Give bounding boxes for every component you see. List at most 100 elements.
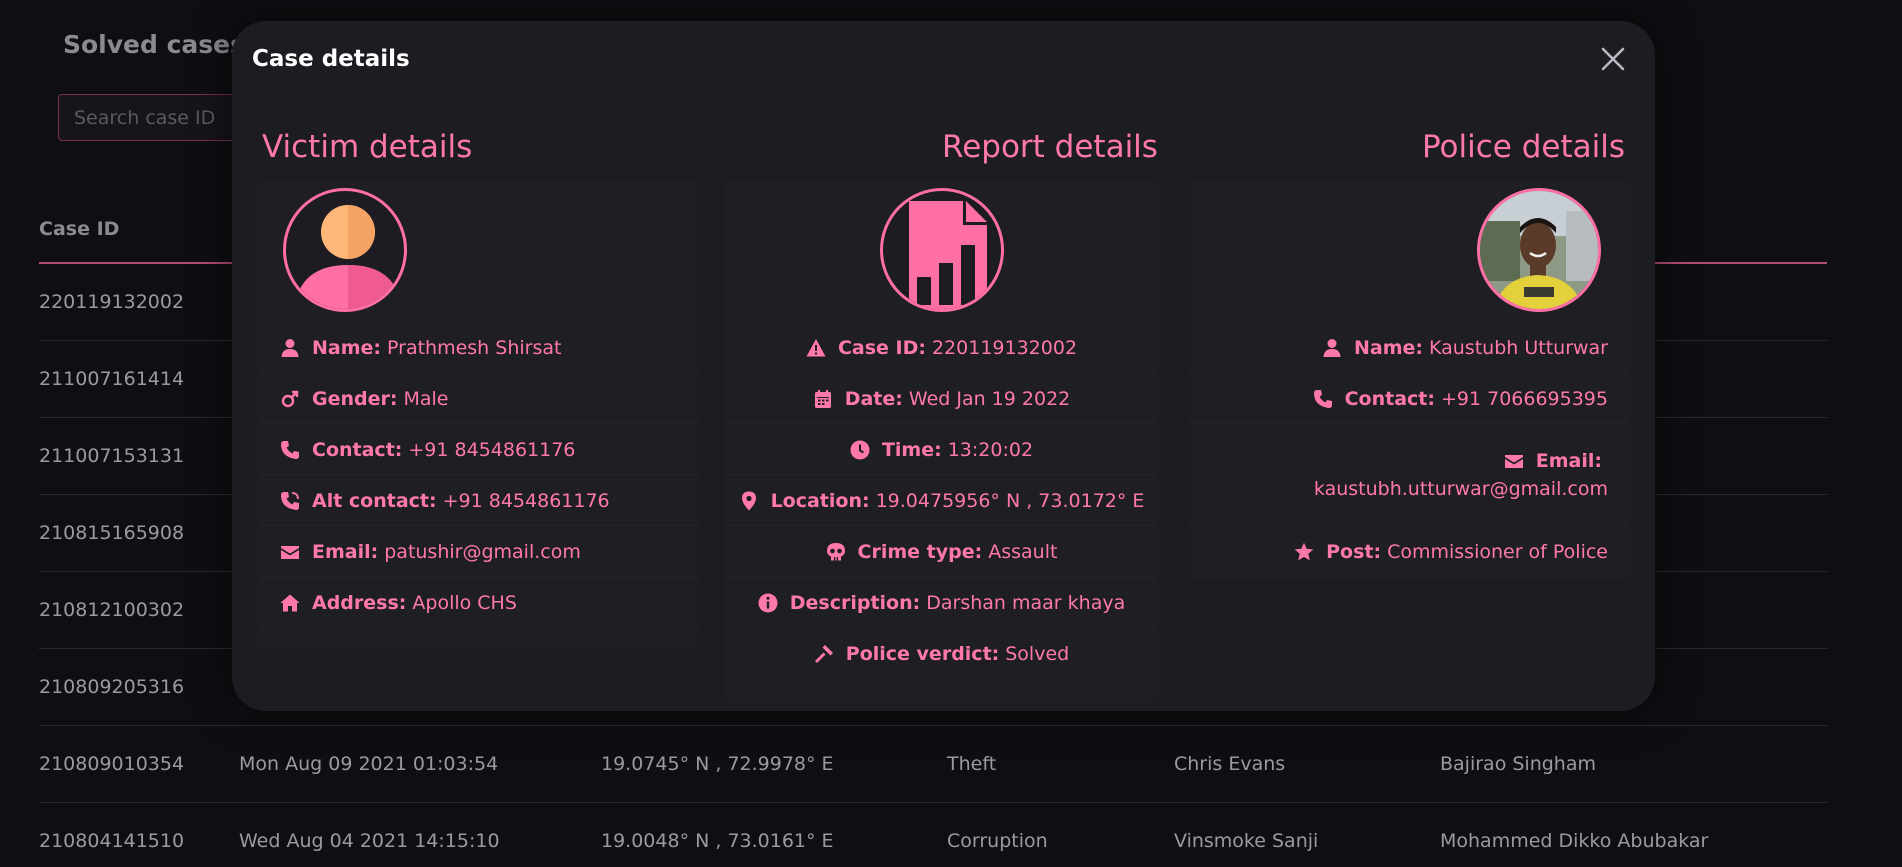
report-time-label: Time: (881, 438, 942, 461)
victim-email-value: patushir@gmail.com (384, 540, 581, 563)
police-name-cell: Bajirao Singham (1440, 753, 1596, 775)
victim-alt-contact-row: Alt contact: +91 8454861176 (258, 476, 698, 526)
report-description-row: Description: Darshan maar khaya (725, 578, 1158, 628)
case-id-cell: 210804141510 (39, 830, 185, 852)
report-verdict-value: Solved (1005, 643, 1070, 665)
report-location-label: Location: (770, 489, 870, 512)
report-case-id-value: 220119132002 (931, 336, 1078, 359)
report-verdict-label: Police verdict: (845, 643, 1000, 665)
crime-type-cell: Corruption (947, 830, 1048, 852)
report-verdict-row: Police verdict: Solved (725, 629, 1158, 679)
crime-type-cell: Theft (947, 753, 997, 775)
user-icon (1322, 338, 1342, 358)
victim-address-value: Apollo CHS (412, 591, 517, 614)
column-header-case-id[interactable]: Case ID (39, 218, 239, 240)
case-id-cell: 210815165908 (39, 522, 185, 544)
victim-alt-contact-label: Alt contact: (312, 489, 437, 512)
victim-name-cell: Vinsmoke Sanji (1174, 830, 1319, 852)
case-id-cell: 211007161414 (39, 368, 185, 390)
victim-gender-value: Male (403, 387, 449, 410)
user-icon (280, 338, 300, 358)
report-time-value: 13:20:02 (947, 438, 1034, 461)
case-details-modal: Case details Victim details Name: Prathm… (232, 21, 1655, 711)
home-icon (280, 593, 300, 613)
report-description-value: Darshan maar khaya (926, 591, 1126, 614)
police-contact-row: Contact: +91 7066695395 (1190, 374, 1630, 424)
report-date-value: Wed Jan 19 2022 (908, 387, 1071, 410)
clock-icon (850, 440, 870, 460)
report-description-label: Description: (789, 591, 921, 614)
police-name-cell: Mohammed Dikko Abubakar (1440, 830, 1709, 852)
victim-contact-row: Contact: +91 8454861176 (258, 425, 698, 475)
report-crime-type-label: Crime type: (857, 540, 983, 563)
case-id-cell: 220119132002 (39, 291, 185, 313)
location-cell: 19.0048° N , 73.0161° E (601, 830, 834, 852)
police-email-label: Email: (1535, 449, 1602, 472)
report-location-value: 19.0475956° N , 73.0172° E (875, 489, 1145, 512)
phone-icon (1313, 389, 1333, 409)
report-crime-type-row: Crime type: Assault (725, 527, 1158, 577)
info-icon (758, 593, 778, 613)
location-cell: 19.0745° N , 72.9978° E (601, 753, 834, 775)
police-contact-value: +91 7066695395 (1440, 387, 1608, 410)
report-case-id-row: Case ID: 220119132002 (725, 323, 1158, 373)
envelope-icon (1504, 451, 1524, 471)
mars-icon (280, 389, 300, 409)
police-name-row: Name: Kaustubh Utturwar (1190, 323, 1630, 373)
victim-gender-row: Gender: Male (258, 374, 698, 424)
phone-volume-icon (280, 491, 300, 511)
report-case-id-label: Case ID: (837, 336, 926, 359)
calendar-icon (813, 389, 833, 409)
police-post-row: Post: Commissioner of Police (1190, 527, 1630, 577)
person-avatar-icon (283, 188, 407, 312)
case-id-cell: 210809010354 (39, 753, 185, 775)
police-details-heading: Police details (1421, 129, 1625, 165)
close-icon (1601, 47, 1625, 71)
police-email-value: kaustubh.utturwar@gmail.com (1313, 477, 1608, 500)
modal-title: Case details (252, 46, 410, 72)
victim-name-cell: Chris Evans (1174, 753, 1286, 775)
victim-name-label: Name: (312, 336, 382, 359)
report-location-row: Location: 19.0475956° N , 73.0172° E (725, 476, 1158, 526)
victim-address-label: Address: (312, 591, 407, 614)
close-button[interactable] (1597, 43, 1629, 75)
officer-photo (1477, 188, 1601, 312)
victim-name-value: Prathmesh Shirsat (387, 336, 562, 359)
table-row[interactable]: 210804141510 Wed Aug 04 2021 14:15:10 19… (39, 803, 1827, 867)
phone-icon (280, 440, 300, 460)
date-cell: Wed Aug 04 2021 14:15:10 (239, 830, 500, 852)
gavel-icon (814, 644, 834, 664)
page-title: Solved cases (63, 30, 246, 59)
victim-address-row: Address: Apollo CHS (258, 578, 698, 628)
police-post-label: Post: (1326, 541, 1382, 563)
warning-icon (806, 338, 826, 358)
victim-gender-label: Gender: (312, 387, 398, 410)
star-icon (1294, 542, 1314, 562)
victim-contact-label: Contact: (312, 438, 403, 461)
victim-details-heading: Victim details (262, 129, 473, 165)
police-name-label: Name: (1353, 336, 1423, 359)
table-row[interactable]: 210809010354 Mon Aug 09 2021 01:03:54 19… (39, 726, 1827, 803)
victim-alt-contact-value: +91 8454861176 (442, 489, 610, 512)
report-file-icon (880, 188, 1004, 312)
victim-contact-value: +91 8454861176 (408, 438, 576, 461)
report-time-row: Time: 13:20:02 (725, 425, 1158, 475)
case-id-cell: 210809205316 (39, 676, 185, 698)
envelope-icon (280, 542, 300, 562)
victim-email-label: Email: (312, 540, 379, 563)
date-cell: Mon Aug 09 2021 01:03:54 (239, 753, 499, 775)
report-crime-type-value: Assault (988, 540, 1058, 563)
report-details-heading: Report details (942, 129, 1158, 165)
location-pin-icon (739, 491, 759, 511)
case-id-cell: 210812100302 (39, 599, 185, 621)
case-id-cell: 211007153131 (39, 445, 185, 467)
report-date-row: Date: Wed Jan 19 2022 (725, 374, 1158, 424)
skull-icon (826, 542, 846, 562)
victim-name-row: Name: Prathmesh Shirsat (258, 323, 698, 373)
police-name-value: Kaustubh Utturwar (1429, 336, 1608, 359)
report-date-label: Date: (844, 387, 903, 410)
police-contact-label: Contact: (1344, 387, 1435, 410)
victim-email-row: Email: patushir@gmail.com (258, 527, 698, 577)
police-post-value: Commissioner of Police (1387, 541, 1608, 563)
police-email-row: Email: kaustubh.utturwar@gmail.com (1190, 425, 1630, 525)
